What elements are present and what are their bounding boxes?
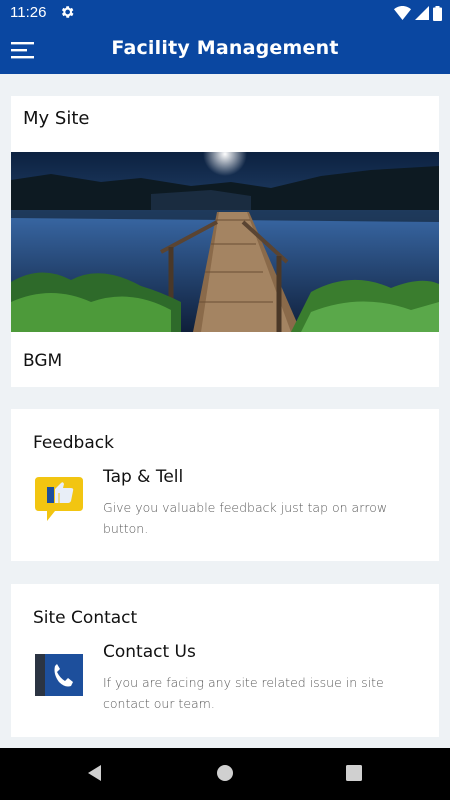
recents-icon[interactable]: [346, 764, 362, 782]
back-icon[interactable]: [86, 764, 104, 782]
settings-gear-icon: [61, 6, 74, 18]
signal-icon: [415, 6, 429, 20]
status-bar: 11:26: [0, 0, 450, 26]
wifi-icon: [394, 6, 411, 20]
feedback-card[interactable]: Feedback Tap & Tell Give you valuable fe…: [11, 409, 439, 561]
app-title: Facility Management: [111, 37, 339, 59]
feedback-section-title: Feedback: [33, 433, 114, 453]
my-site-title: My Site: [23, 108, 90, 129]
contact-us-description: If you are facing any site related issue…: [103, 675, 384, 711]
phone-book-icon: [35, 654, 83, 696]
home-icon[interactable]: [216, 764, 234, 782]
status-time: 11:26: [10, 4, 47, 21]
contact-us-title[interactable]: Contact Us: [103, 642, 196, 662]
tap-and-tell-description: Give you valuable feedback just tap on a…: [103, 500, 388, 536]
system-navigation-bar: [0, 748, 450, 800]
my-site-card[interactable]: My Site BGM: [11, 96, 439, 387]
tap-and-tell-title[interactable]: Tap & Tell: [103, 467, 183, 487]
site-contact-card[interactable]: Site Contact Contact Us If you are facin…: [11, 584, 439, 737]
battery-icon: [433, 5, 442, 21]
site-image[interactable]: [11, 152, 439, 332]
app-bar: Facility Management: [0, 26, 450, 74]
site-contact-section-title: Site Contact: [33, 608, 138, 628]
site-name: BGM: [23, 351, 63, 371]
thumbs-up-speech-bubble-icon: [35, 477, 83, 521]
